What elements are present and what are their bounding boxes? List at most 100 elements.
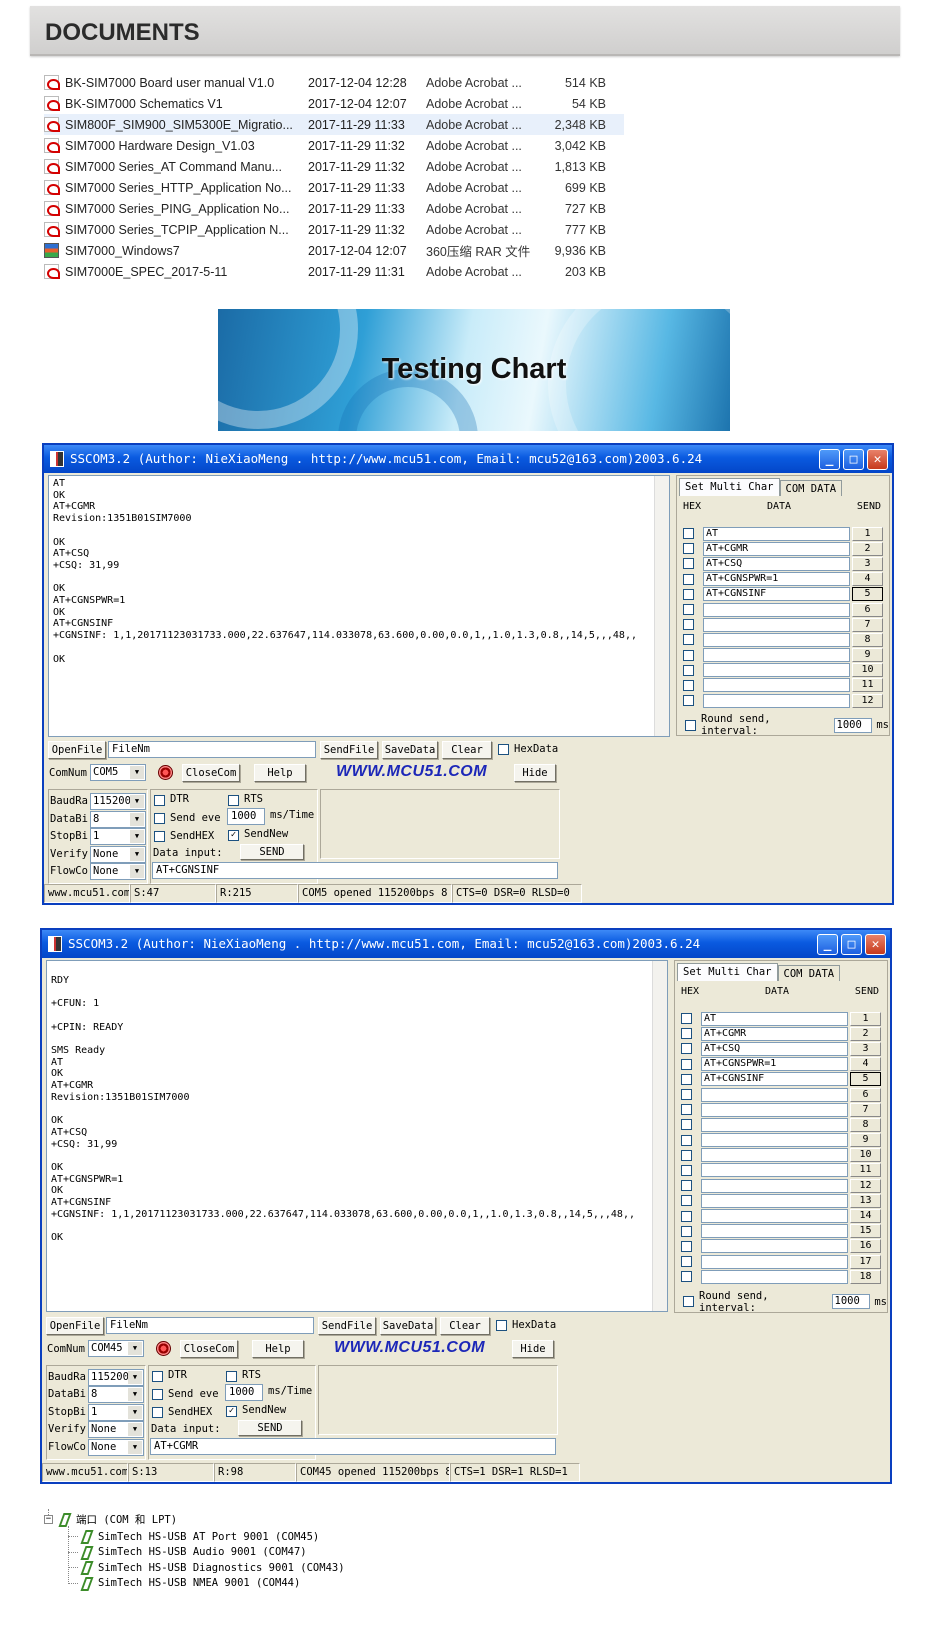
send-row-button[interactable]: 16 xyxy=(850,1239,881,1254)
hex-checkbox[interactable] xyxy=(683,649,694,661)
hex-checkbox[interactable] xyxy=(683,573,694,585)
file-row[interactable]: SIM7000 Hardware Design_V1.03 2017-11-29 … xyxy=(44,135,624,156)
send-row-button[interactable]: 10 xyxy=(850,1148,881,1163)
minimize-button[interactable]: _ xyxy=(819,449,840,470)
tab-com-data[interactable]: COM DATA xyxy=(777,965,841,981)
send-row-button[interactable]: 3 xyxy=(850,1041,881,1056)
hex-checkbox[interactable] xyxy=(681,1240,692,1252)
multi-data-input[interactable]: AT xyxy=(701,1011,848,1026)
hex-checkbox[interactable] xyxy=(681,1028,692,1040)
multi-data-input[interactable]: AT+CSQ xyxy=(701,1041,848,1056)
hex-checkbox[interactable] xyxy=(681,1225,692,1237)
send-row-button[interactable]: 13 xyxy=(850,1193,881,1208)
hex-checkbox[interactable] xyxy=(683,634,694,646)
data-input-field[interactable]: AT+CGMR xyxy=(150,1437,556,1455)
send-row-button[interactable]: 9 xyxy=(852,648,883,663)
multi-data-input[interactable] xyxy=(703,678,850,693)
hex-checkbox[interactable] xyxy=(681,1256,692,1268)
send-row-button[interactable]: 6 xyxy=(850,1087,881,1102)
multi-data-input[interactable] xyxy=(703,602,850,617)
dtr-checkbox[interactable] xyxy=(152,1370,163,1382)
multi-data-input[interactable] xyxy=(703,663,850,678)
website-logo[interactable]: WWW.MCU51.COM xyxy=(336,763,487,781)
send-row-button[interactable]: 12 xyxy=(852,693,883,708)
round-interval-input[interactable]: 1000 xyxy=(833,717,873,733)
clear-button[interactable]: Clear xyxy=(442,741,492,759)
hex-checkbox[interactable] xyxy=(681,1164,692,1176)
file-row[interactable]: SIM7000 Series_AT Command Manu... 2017-11… xyxy=(44,156,624,177)
hex-checkbox[interactable] xyxy=(683,695,694,707)
round-send-checkbox[interactable] xyxy=(683,1296,694,1308)
hex-checkbox[interactable] xyxy=(681,1195,692,1207)
send-row-button[interactable]: 8 xyxy=(852,632,883,647)
send-row-button[interactable]: 7 xyxy=(852,617,883,632)
send-row-button[interactable]: 3 xyxy=(852,556,883,571)
multi-data-input[interactable]: AT+CGMR xyxy=(701,1026,848,1041)
file-row[interactable]: SIM7000_Windows7 2017-12-04 12:07 360压缩 RA… xyxy=(44,240,624,261)
send-row-button[interactable]: 5 xyxy=(852,587,883,602)
hex-checkbox[interactable] xyxy=(681,1089,692,1101)
help-button[interactable]: Help xyxy=(254,764,306,782)
multi-data-input[interactable] xyxy=(701,1254,848,1269)
save-data-button[interactable]: SaveData xyxy=(382,741,438,759)
send-button[interactable]: SEND xyxy=(240,844,304,860)
clear-button[interactable]: Clear xyxy=(440,1316,490,1335)
hex-checkbox[interactable] xyxy=(683,543,694,555)
hex-checkbox[interactable] xyxy=(681,1073,692,1085)
send-row-button[interactable]: 15 xyxy=(850,1224,881,1239)
send-hex-checkbox[interactable] xyxy=(152,1406,163,1418)
send-row-button[interactable]: 2 xyxy=(852,541,883,556)
hex-checkbox[interactable] xyxy=(681,1134,692,1146)
send-row-button[interactable]: 2 xyxy=(850,1026,881,1041)
receive-scrollbar[interactable] xyxy=(652,961,667,1311)
tree-node-port[interactable]: SimTech HS-USB NMEA 9001 (COM44) xyxy=(80,1577,300,1590)
tab-set-multi-char[interactable]: Set Multi Char xyxy=(679,478,780,496)
com-num-select[interactable]: COM5 xyxy=(90,764,146,781)
send-new-checkbox[interactable]: ✓ xyxy=(228,830,239,841)
send-every-checkbox[interactable] xyxy=(152,1388,163,1400)
receive-area[interactable]: RDY +CFUN: 1 +CPIN: READY SMS Ready AT O… xyxy=(46,960,668,1312)
data-bits-select[interactable]: 8 xyxy=(88,1386,144,1404)
stop-bits-select[interactable]: 1 xyxy=(88,1403,144,1421)
verify-select[interactable]: None xyxy=(88,1421,144,1439)
send-file-button[interactable]: SendFile xyxy=(318,1316,376,1335)
hex-checkbox[interactable] xyxy=(681,1043,692,1055)
file-row[interactable]: BK-SIM7000 Board user manual V1.0 2017-12… xyxy=(44,72,624,93)
send-row-button[interactable]: 7 xyxy=(850,1102,881,1117)
tree-node-port[interactable]: SimTech HS-USB Diagnostics 9001 (COM43) xyxy=(80,1561,345,1574)
close-com-button[interactable]: CloseCom xyxy=(180,1339,238,1358)
close-button[interactable]: ✕ xyxy=(865,934,886,955)
multi-data-input[interactable] xyxy=(701,1148,848,1163)
multi-data-input[interactable]: AT+CGMR xyxy=(703,541,850,556)
send-button[interactable]: SEND xyxy=(238,1419,302,1436)
hex-data-checkbox[interactable] xyxy=(498,744,509,755)
send-interval-input[interactable]: 1000 xyxy=(227,808,265,825)
rts-checkbox[interactable] xyxy=(226,1370,237,1382)
hex-checkbox[interactable] xyxy=(681,1149,692,1161)
multi-data-input[interactable] xyxy=(701,1178,848,1193)
flow-control-select[interactable]: None xyxy=(90,863,146,880)
multi-data-input[interactable] xyxy=(701,1209,848,1224)
file-row[interactable]: SIM7000 Series_TCPIP_Application N... 201… xyxy=(44,219,624,240)
maximize-button[interactable]: □ xyxy=(841,934,862,955)
tree-node-ports[interactable]: 端口 (COM 和 LPT) xyxy=(58,1512,177,1527)
receive-area[interactable]: AT OK AT+CGMR Revision:1351B01SIM7000 OK… xyxy=(48,475,670,737)
send-row-button[interactable]: 4 xyxy=(852,572,883,587)
hex-checkbox[interactable] xyxy=(681,1119,692,1131)
multi-data-input[interactable] xyxy=(703,648,850,663)
baud-select[interactable]: 115200 xyxy=(90,793,146,810)
receive-scrollbar[interactable] xyxy=(654,476,669,736)
multi-data-input[interactable] xyxy=(703,617,850,632)
file-row[interactable]: SIM7000 Series_HTTP_Application No... 201… xyxy=(44,177,624,198)
multi-data-input[interactable] xyxy=(701,1269,848,1284)
send-row-button[interactable]: 12 xyxy=(850,1178,881,1193)
send-new-checkbox[interactable]: ✓ xyxy=(226,1405,237,1417)
multi-data-input[interactable] xyxy=(701,1133,848,1148)
hex-checkbox[interactable] xyxy=(681,1271,692,1283)
hex-checkbox[interactable] xyxy=(683,664,694,676)
website-logo[interactable]: WWW.MCU51.COM xyxy=(334,1339,485,1357)
multi-data-input[interactable]: AT+CGNSINF xyxy=(701,1072,848,1087)
send-row-button[interactable]: 5 xyxy=(850,1072,881,1087)
dtr-checkbox[interactable] xyxy=(154,795,165,806)
file-row[interactable]: SIM800F_SIM900_SIM5300E_Migratio... 2017-… xyxy=(44,114,624,135)
